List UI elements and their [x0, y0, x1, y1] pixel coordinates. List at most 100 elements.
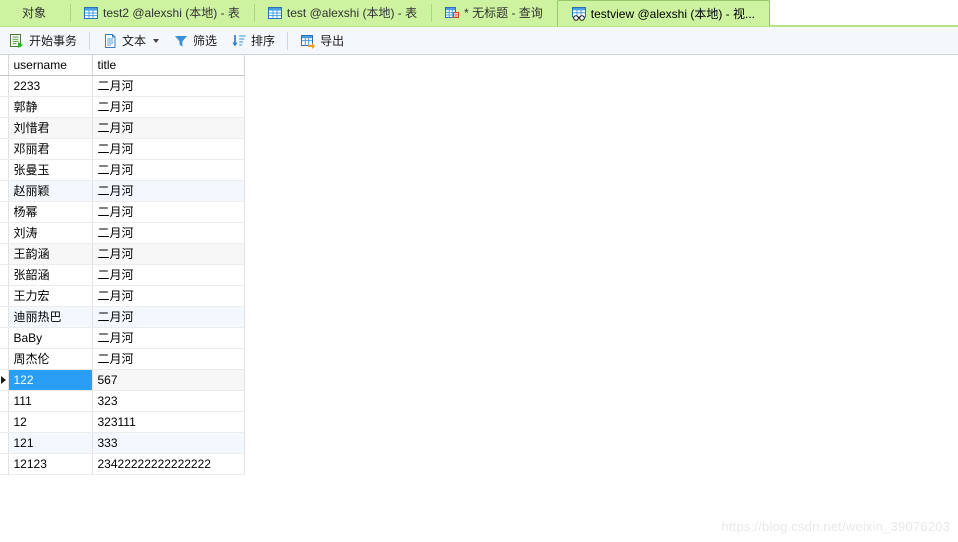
- export-button[interactable]: 导出: [293, 28, 351, 54]
- table-row[interactable]: 张韶涵 二月河: [0, 264, 245, 286]
- cell-title[interactable]: 二月河: [92, 243, 245, 265]
- table-row[interactable]: BaBy 二月河: [0, 327, 245, 349]
- cell-username[interactable]: 122: [8, 369, 93, 391]
- cell-username[interactable]: 王力宏: [8, 285, 93, 307]
- table-row[interactable]: 郭静 二月河: [0, 96, 245, 118]
- cell-title[interactable]: 二月河: [92, 117, 245, 139]
- cell-username[interactable]: 邓丽君: [8, 138, 93, 160]
- table-icon: [84, 6, 99, 20]
- row-marker[interactable]: [0, 117, 9, 139]
- table-row[interactable]: 刘惜君 二月河: [0, 117, 245, 139]
- text-button[interactable]: 文本: [95, 28, 166, 54]
- cell-username[interactable]: 张韶涵: [8, 264, 93, 286]
- begin-transaction-button[interactable]: 开始事务: [2, 28, 84, 54]
- tab-objects[interactable]: 对象: [0, 0, 70, 26]
- cell-username[interactable]: 周杰伦: [8, 348, 93, 370]
- cell-username[interactable]: 赵丽颖: [8, 180, 93, 202]
- cell-username[interactable]: 郭静: [8, 96, 93, 118]
- table-row[interactable]: 迪丽热巴 二月河: [0, 306, 245, 328]
- cell-title[interactable]: 二月河: [92, 201, 245, 223]
- table-row[interactable]: 2233 二月河: [0, 75, 245, 97]
- table-row[interactable]: 12123 23422222222222222: [0, 453, 245, 475]
- cell-username[interactable]: 121: [8, 432, 93, 454]
- cell-username[interactable]: 12123: [8, 453, 93, 475]
- cell-username[interactable]: 刘惜君: [8, 117, 93, 139]
- column-header-title[interactable]: title: [92, 55, 245, 76]
- tab-testview-view[interactable]: testview @alexshi (本地) - 视...: [556, 0, 770, 26]
- table-row[interactable]: 122 567: [0, 369, 245, 391]
- cell-title[interactable]: 二月河: [92, 75, 245, 97]
- table-row[interactable]: 张曼玉 二月河: [0, 159, 245, 181]
- cell-title[interactable]: 二月河: [92, 159, 245, 181]
- cell-username[interactable]: 12: [8, 411, 93, 433]
- row-marker[interactable]: [0, 390, 9, 412]
- cell-username[interactable]: BaBy: [8, 327, 93, 349]
- table-row[interactable]: 王韵涵 二月河: [0, 243, 245, 265]
- cell-username[interactable]: 王韵涵: [8, 243, 93, 265]
- row-marker[interactable]: [0, 327, 9, 349]
- data-grid[interactable]: username title 2233 二月河 郭静 二月河 刘惜君 二月河 邓丽君 二月河张…: [0, 55, 245, 476]
- row-marker[interactable]: [0, 75, 9, 97]
- table-row[interactable]: 邓丽君 二月河: [0, 138, 245, 160]
- tab-label: testview @alexshi (本地) - 视...: [590, 6, 755, 21]
- row-marker[interactable]: [0, 453, 9, 475]
- export-icon: [300, 33, 316, 49]
- cell-title[interactable]: 二月河: [92, 222, 245, 244]
- filter-button[interactable]: 筛选: [166, 28, 224, 54]
- cell-title[interactable]: 333: [92, 432, 245, 454]
- tab-test2-table[interactable]: test2 @alexshi (本地) - 表: [70, 0, 254, 26]
- row-marker[interactable]: [0, 369, 9, 391]
- row-marker[interactable]: [0, 138, 9, 160]
- cell-username[interactable]: 杨幂: [8, 201, 93, 223]
- table-row[interactable]: 111 323: [0, 390, 245, 412]
- cell-title[interactable]: 二月河: [92, 138, 245, 160]
- cell-username[interactable]: 张曼玉: [8, 159, 93, 181]
- table-header: username title: [0, 55, 245, 76]
- cell-title[interactable]: 二月河: [92, 285, 245, 307]
- cell-username[interactable]: 2233: [8, 75, 93, 97]
- row-marker[interactable]: [0, 159, 9, 181]
- row-marker[interactable]: [0, 411, 9, 433]
- cell-title[interactable]: 二月河: [92, 306, 245, 328]
- row-marker[interactable]: [0, 285, 9, 307]
- row-marker[interactable]: [0, 348, 9, 370]
- row-marker[interactable]: [0, 201, 9, 223]
- tab-label: 对象: [22, 6, 47, 20]
- table-row[interactable]: 121 333: [0, 432, 245, 454]
- export-label: 导出: [320, 34, 345, 48]
- column-header-username[interactable]: username: [8, 55, 93, 76]
- table-row[interactable]: 王力宏 二月河: [0, 285, 245, 307]
- row-marker[interactable]: [0, 264, 9, 286]
- tab-bar-filler: [770, 0, 958, 26]
- row-marker[interactable]: [0, 306, 9, 328]
- cell-title[interactable]: 二月河: [92, 348, 245, 370]
- table-row[interactable]: 12 323111: [0, 411, 245, 433]
- cell-title[interactable]: 二月河: [92, 96, 245, 118]
- cell-username[interactable]: 111: [8, 390, 93, 412]
- chevron-down-icon[interactable]: [153, 38, 160, 43]
- table-row[interactable]: 赵丽颖 二月河: [0, 180, 245, 202]
- cell-title[interactable]: 二月河: [92, 264, 245, 286]
- cell-title[interactable]: 二月河: [92, 327, 245, 349]
- cell-title[interactable]: 二月河: [92, 180, 245, 202]
- row-marker-header: [0, 55, 9, 76]
- cell-title[interactable]: 23422222222222222: [92, 453, 245, 475]
- cell-title[interactable]: 567: [92, 369, 245, 391]
- cell-username[interactable]: 刘涛: [8, 222, 93, 244]
- tab-test-table[interactable]: test @alexshi (本地) - 表: [253, 0, 431, 26]
- row-marker[interactable]: [0, 222, 9, 244]
- row-marker[interactable]: [0, 180, 9, 202]
- table-row[interactable]: 杨幂 二月河: [0, 201, 245, 223]
- row-marker[interactable]: [0, 432, 9, 454]
- query-icon: [445, 6, 460, 20]
- row-marker[interactable]: [0, 243, 9, 265]
- table-row[interactable]: 刘涛 二月河: [0, 222, 245, 244]
- tab-bar: 对象 test2 @alexshi (本地) - 表 test @alexshi…: [0, 0, 958, 27]
- cell-title[interactable]: 323: [92, 390, 245, 412]
- tab-untitled-query[interactable]: * 无标题 - 查询: [431, 0, 557, 26]
- sort-button[interactable]: 排序: [224, 28, 282, 54]
- table-row[interactable]: 周杰伦 二月河: [0, 348, 245, 370]
- cell-username[interactable]: 迪丽热巴: [8, 306, 93, 328]
- row-marker[interactable]: [0, 96, 9, 118]
- cell-title[interactable]: 323111: [92, 411, 245, 433]
